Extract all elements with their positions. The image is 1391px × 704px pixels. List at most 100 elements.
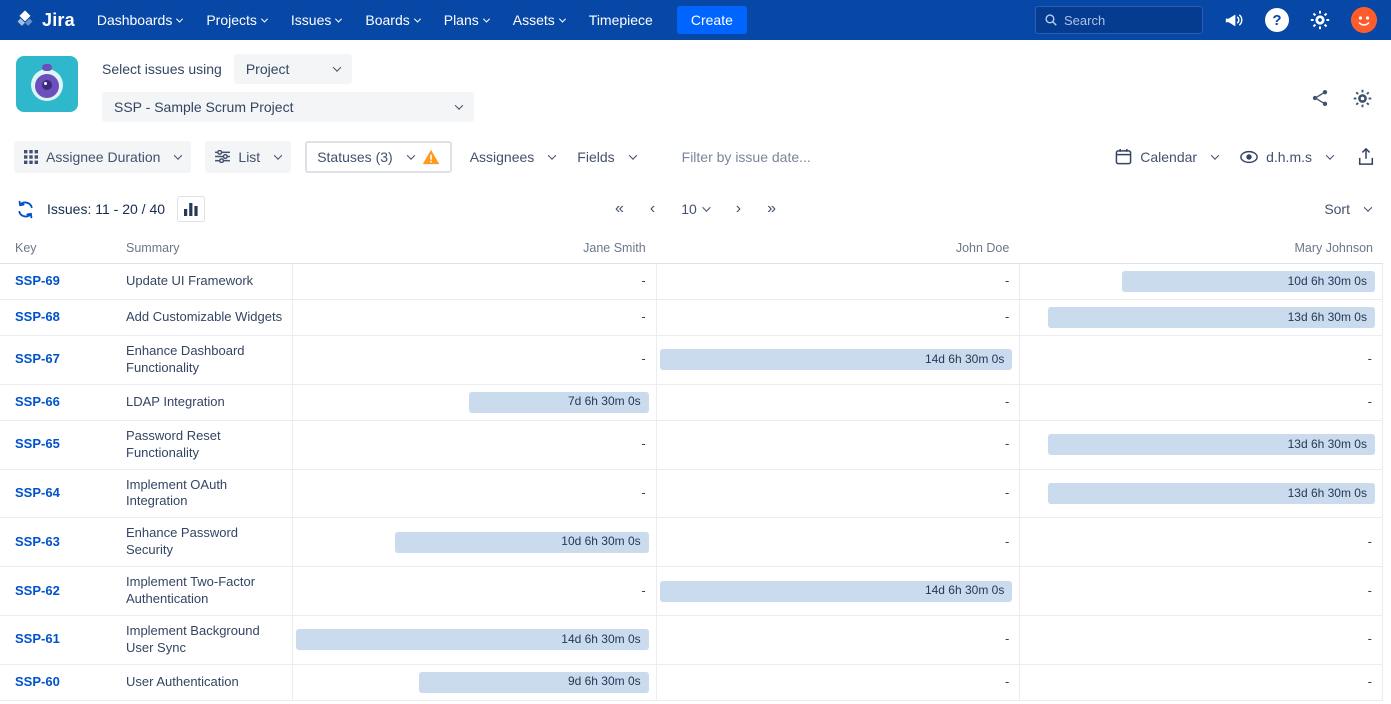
nav-menu-boards[interactable]: Boards [365,12,419,28]
calendar-dropdown[interactable]: Calendar [1111,140,1222,173]
issue-key-link[interactable]: SSP-60 [15,674,60,691]
page-size-select[interactable]: 10 [681,201,710,217]
chevron-down-icon [703,203,711,211]
issue-key-link[interactable]: SSP-64 [15,485,60,502]
issue-summary: Enhance Password Security [126,518,292,567]
issue-key-link[interactable]: SSP-69 [15,273,60,290]
nav-menu-dashboards[interactable]: Dashboards [97,12,183,28]
duration-bar: 13d 6h 30m 0s [1048,307,1375,328]
results-bar: Issues: 11 - 20 / 40 « ‹ 10 › » Sort [0,183,1391,235]
issue-key-link[interactable]: SSP-63 [15,534,60,551]
nav-menu-timepiece[interactable]: Timepiece [589,12,653,28]
duration-cell: 13d 6h 30m 0s [1019,421,1383,470]
pagination-last-button[interactable]: » [767,200,776,218]
search-input[interactable] [1064,13,1184,28]
nav-menus: Dashboards Projects Issues Boards Plans Asset… [97,12,565,28]
view-dropdown[interactable]: List [205,141,291,173]
table-row: SSP-65Password Reset Functionality--13d … [0,421,1383,470]
statuses-dropdown[interactable]: Statuses (3) [305,141,451,173]
issue-key-link[interactable]: SSP-62 [15,583,60,600]
nav-menu-assets[interactable]: Assets [513,12,565,28]
table-row: SSP-60User Authentication9d 6h 30m 0s-- [0,665,1383,701]
grid-icon [24,150,38,164]
duration-cell: 10d 6h 30m 0s [1019,264,1383,300]
sort-dropdown[interactable]: Sort [1320,193,1375,225]
jira-logo[interactable]: Jira [14,9,75,31]
chevron-down-icon [1364,203,1372,211]
key-cell: SSP-62 [0,567,126,616]
issue-key-link[interactable]: SSP-65 [15,436,60,453]
chevron-down-icon [1211,151,1219,159]
duration-cell: 9d 6h 30m 0s [292,665,656,701]
duration-bar: 10d 6h 30m 0s [395,532,649,553]
table-row: SSP-66LDAP Integration7d 6h 30m 0s-- [0,385,1383,421]
key-cell: SSP-65 [0,421,126,470]
key-cell: SSP-67 [0,336,126,385]
table-row: SSP-64Implement OAuth Integration--13d 6… [0,470,1383,519]
pagination-next-button[interactable]: › [736,200,741,218]
assignees-dropdown[interactable]: Assignees [466,141,560,173]
column-header-key: Key [0,235,126,264]
key-cell: SSP-68 [0,300,126,336]
duration-bar: 14d 6h 30m 0s [296,629,649,650]
nav-menu-issues[interactable]: Issues [291,12,341,28]
issue-date-filter-input[interactable] [682,149,1098,165]
duration-format-dropdown[interactable]: d.h.m.s [1236,141,1337,173]
project-select-value: SSP - Sample Scrum Project [114,99,293,115]
column-header-summary: Summary [126,235,292,264]
gadget-header: Select issues using Project SSP - Sample… [0,40,1391,134]
pagination-prev-button[interactable]: ‹ [650,200,655,218]
bar-chart-icon [184,203,198,216]
global-search[interactable] [1035,6,1203,34]
create-button[interactable]: Create [677,6,747,34]
project-select[interactable]: SSP - Sample Scrum Project [102,92,474,122]
chevron-down-icon [548,151,556,159]
duration-cell: - [1019,665,1383,701]
chart-view-button[interactable] [177,196,205,222]
table-row: SSP-68Add Customizable Widgets--13d 6h 3… [0,300,1383,336]
share-icon[interactable] [1310,88,1330,109]
issue-key-link[interactable]: SSP-66 [15,394,60,411]
issue-summary: User Authentication [126,665,292,701]
report-toolbar: Assignee Duration List Statuses (3) Assi… [0,134,1391,183]
duration-cell: 13d 6h 30m 0s [1019,470,1383,519]
duration-cell: 13d 6h 30m 0s [1019,300,1383,336]
refresh-icon[interactable] [16,200,35,219]
pagination-first-button[interactable]: « [615,200,624,218]
issue-source-value: Project [246,61,290,77]
key-cell: SSP-66 [0,385,126,421]
chevron-down-icon [176,15,183,22]
chevron-down-icon [174,151,182,159]
issue-summary: Add Customizable Widgets [126,300,292,336]
issue-summary: Update UI Framework [126,264,292,300]
duration-cell: - [656,470,1020,519]
duration-format-label: d.h.m.s [1266,149,1312,165]
settings-icon[interactable] [1352,88,1373,109]
issue-key-link[interactable]: SSP-68 [15,309,60,326]
nav-menu-projects[interactable]: Projects [206,12,267,28]
fields-dropdown[interactable]: Fields [573,141,639,173]
issue-key-link[interactable]: SSP-61 [15,631,60,648]
gear-icon[interactable] [1309,9,1331,31]
column-header-assignee-2: John Doe [656,235,1020,264]
pagination: « ‹ 10 › » [615,200,776,218]
statuses-label: Statuses (3) [317,149,392,165]
issue-summary: LDAP Integration [126,385,292,421]
export-icon[interactable] [1357,147,1375,166]
duration-cell: 10d 6h 30m 0s [292,518,656,567]
chevron-down-icon [1326,151,1334,159]
duration-cell: 14d 6h 30m 0s [656,567,1020,616]
table-header: Key Summary Jane Smith John Doe Mary Joh… [0,235,1383,264]
announcement-icon[interactable] [1223,10,1245,30]
report-type-dropdown[interactable]: Assignee Duration [14,141,191,173]
issue-key-link[interactable]: SSP-67 [15,351,60,368]
table-row: SSP-62Implement Two-Factor Authenticatio… [0,567,1383,616]
issue-summary: Implement OAuth Integration [126,470,292,519]
duration-cell: - [656,616,1020,665]
help-icon[interactable]: ? [1265,8,1289,32]
duration-cell: - [1019,385,1383,421]
duration-cell: - [1019,567,1383,616]
nav-menu-plans[interactable]: Plans [444,12,489,28]
issue-source-select[interactable]: Project [234,54,352,84]
user-avatar[interactable] [1351,7,1377,33]
